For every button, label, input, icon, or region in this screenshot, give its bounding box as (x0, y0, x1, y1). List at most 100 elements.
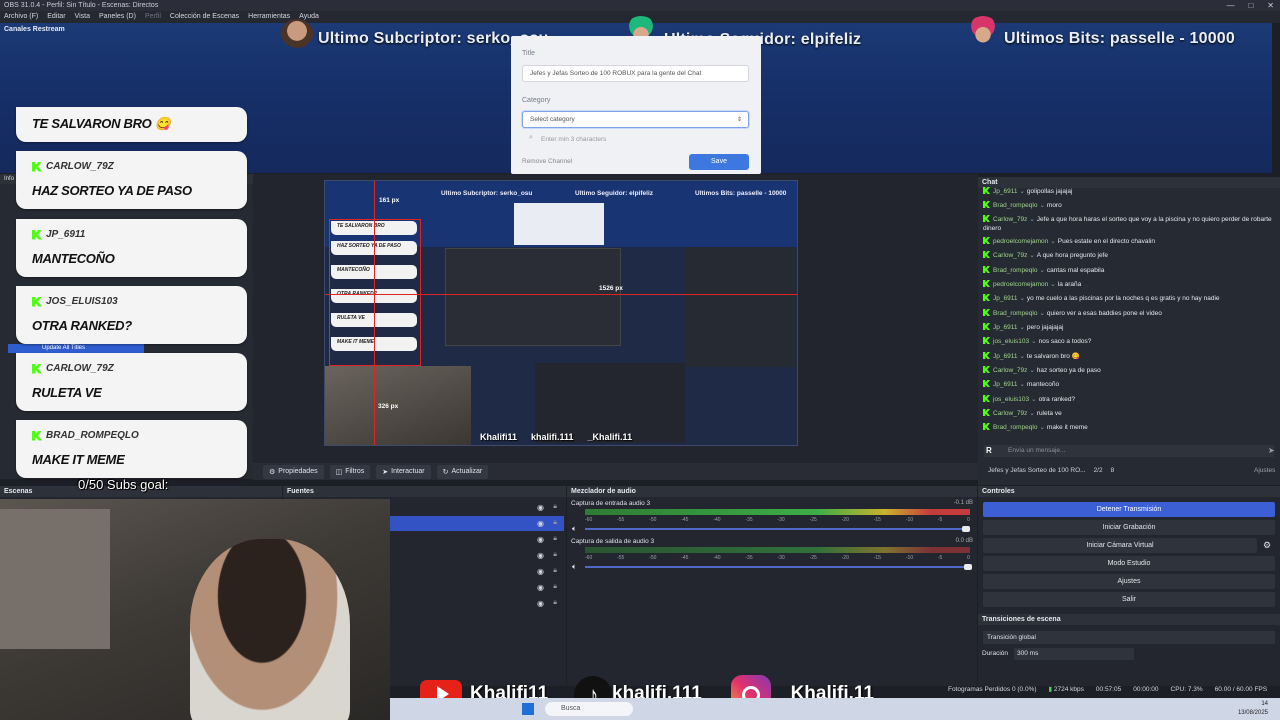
meter-scale: -60 -55 -50 -45 -40 -35 -30 -25 -20 -15 -10 -5 0 (585, 517, 970, 523)
gear-icon[interactable]: ⚙ (1263, 540, 1271, 551)
selection-box[interactable] (329, 219, 421, 366)
volume-slider[interactable] (585, 528, 970, 530)
chevron-down-icon: ⌄ (1039, 424, 1045, 431)
stream-title[interactable]: Jefes y Jefas Sorteo de 100 RO... (988, 467, 1086, 474)
chat-message: Brad_rompeqlo ⌄ make it meme (983, 423, 1273, 432)
chat-username[interactable]: Carlow_79z (993, 216, 1027, 223)
lock-icon[interactable]: 🔒︎ (553, 503, 557, 511)
eye-icon[interactable]: ◉ (537, 583, 544, 592)
menu-archivo[interactable]: Archivo (F) (4, 11, 38, 23)
refresh-button[interactable]: ↻ Actualizar (436, 464, 489, 479)
cursor-icon: ➤ (382, 468, 389, 476)
chat-username[interactable]: Jp_6911 (993, 324, 1017, 331)
menu-herramientas[interactable]: Herramientas (248, 11, 290, 23)
menu-paneles[interactable]: Paneles (D) (99, 11, 136, 23)
chat-username[interactable]: pedroelcomejamon (993, 238, 1048, 245)
chat-username[interactable]: Brad_rompeqlo (993, 202, 1037, 209)
chat-username[interactable]: Brad_rompeqlo (993, 310, 1037, 317)
studio-mode-button[interactable]: Modo Estudio (983, 556, 1275, 571)
send-icon[interactable]: ➤ (1268, 446, 1275, 455)
menu-perfil[interactable]: Perfil (145, 11, 161, 23)
bubble-message: RULETA VE (32, 385, 102, 400)
duration-input[interactable]: 300 ms (1014, 648, 1134, 660)
close-button[interactable]: ✕ (1267, 0, 1274, 11)
source-row[interactable]: ◉ 🔒︎ (389, 564, 564, 579)
update-all-titles-button[interactable]: Update All Titles (8, 344, 144, 353)
chat-settings[interactable]: Ajustes (1254, 467, 1275, 474)
kick-icon (983, 323, 990, 330)
chat-username[interactable]: jos_eluis103 (993, 396, 1029, 403)
chat-username[interactable]: Brad_rompeqlo (993, 424, 1037, 431)
save-button[interactable]: Save (689, 154, 749, 170)
start-virtual-camera-button[interactable]: Iniciar Cámara Virtual (983, 538, 1257, 553)
banner-label: Canales Restream (4, 26, 65, 33)
chat-username[interactable]: Carlow_79z (993, 410, 1027, 417)
taskbar-search[interactable]: Busca (545, 702, 633, 716)
chat-text: Pues estate en el directo chavalin (1057, 238, 1155, 245)
exit-button[interactable]: Salir (983, 592, 1275, 607)
minimize-button[interactable]: — (1226, 0, 1234, 11)
source-row[interactable]: ◉ 🔒︎ (389, 516, 564, 531)
maximize-button[interactable]: □ (1248, 0, 1253, 11)
chat-username[interactable]: Jp_6911 (993, 381, 1017, 388)
source-row[interactable]: ◉ 🔒︎ (389, 548, 564, 563)
lock-icon[interactable]: 🔒︎ (553, 599, 557, 607)
chat-username[interactable]: Jp_6911 (993, 295, 1017, 302)
chat-bubble: CARLOW_79Z RULETA VE (16, 353, 247, 411)
title-input[interactable]: Jefes y Jefas Sorteo de 100 ROBUX para l… (522, 65, 749, 82)
volume-knob[interactable] (962, 526, 970, 532)
properties-button[interactable]: ⚙ Propiedades (263, 464, 324, 479)
stop-stream-button[interactable]: Detener Transmisión (983, 502, 1275, 517)
eye-icon[interactable]: ◉ (537, 567, 544, 576)
eye-icon[interactable]: ◉ (537, 503, 544, 512)
category-search-input[interactable]: Enter min 3 characters (541, 136, 606, 143)
preview-alert: Ultimo Seguidor: elpifeliz (575, 190, 654, 197)
source-row[interactable]: ◉ 🔒︎ (389, 500, 564, 515)
chat-username[interactable]: Jp_6911 (993, 353, 1017, 360)
chat-text: nos saco a todos? (1038, 338, 1092, 345)
category-select[interactable]: Select category ⇕ (522, 111, 749, 128)
lock-icon[interactable]: 🔒︎ (553, 567, 557, 575)
windows-start-icon[interactable] (522, 703, 534, 715)
chat-bubble: TE SALVARON BRO 😋 (16, 107, 247, 142)
settings-button[interactable]: Ajustes (983, 574, 1275, 589)
menu-vista[interactable]: Vista (75, 11, 90, 23)
source-row[interactable]: ◉ 🔒︎ (389, 596, 564, 611)
volume-knob[interactable] (964, 564, 972, 570)
chat-input[interactable]: Envía un mensaje... (984, 445, 1274, 457)
menu-coleccion[interactable]: Colección de Escenas (170, 11, 239, 23)
lock-icon[interactable]: 🔒︎ (553, 583, 557, 591)
source-row[interactable]: ◉ 🔒︎ (389, 532, 564, 547)
dropped-frames: Fotogramas Perdidos 0 (0.0%) (948, 685, 1037, 693)
speaker-icon[interactable]: 🔈︎ (572, 524, 577, 534)
eye-icon[interactable]: ◉ (537, 519, 544, 528)
chat-username[interactable]: Jp_6911 (993, 188, 1017, 195)
transition-select[interactable]: Transición global (983, 631, 1275, 644)
source-row[interactable]: ◉ 🔒︎ (389, 580, 564, 595)
eye-icon[interactable]: ◉ (537, 551, 544, 560)
chat-text: ruleta ve (1036, 410, 1062, 417)
chat-text: haz sorteo ya de paso (1036, 367, 1101, 374)
chevron-down-icon: ⌄ (1050, 281, 1056, 288)
remove-channel-link[interactable]: Remove Channel (522, 158, 572, 165)
cpu-usage: CPU: 7.3% (1170, 685, 1203, 693)
start-recording-button[interactable]: Iniciar Grabación (983, 520, 1275, 535)
chat-username[interactable]: pedroelcomejamon (993, 281, 1048, 288)
chat-text: yo me cuelo a las piscinas por la noches… (1026, 295, 1220, 302)
eye-icon[interactable]: ◉ (537, 535, 544, 544)
chat-username[interactable]: Brad_rompeqlo (993, 267, 1037, 274)
chat-username[interactable]: jos_eluis103 (993, 338, 1029, 345)
lock-icon[interactable]: 🔒︎ (553, 519, 557, 527)
menu-editar[interactable]: Editar (47, 11, 65, 23)
track-name: Captura de salida de audio 3 (571, 538, 655, 545)
speaker-icon[interactable]: 🔈︎ (572, 562, 577, 572)
lock-icon[interactable]: 🔒︎ (553, 551, 557, 559)
preview-canvas[interactable]: Ultimo Subcriptor: serko_osu Ultimo Segu… (324, 180, 798, 446)
chat-username[interactable]: Carlow_79z (993, 252, 1027, 259)
filters-button[interactable]: ◫ Filtros (329, 464, 371, 479)
eye-icon[interactable]: ◉ (537, 599, 544, 608)
chat-username[interactable]: Carlow_79z (993, 367, 1027, 374)
volume-slider[interactable] (585, 566, 970, 568)
lock-icon[interactable]: 🔒︎ (553, 535, 557, 543)
interact-button[interactable]: ➤ Interactuar (376, 464, 431, 479)
